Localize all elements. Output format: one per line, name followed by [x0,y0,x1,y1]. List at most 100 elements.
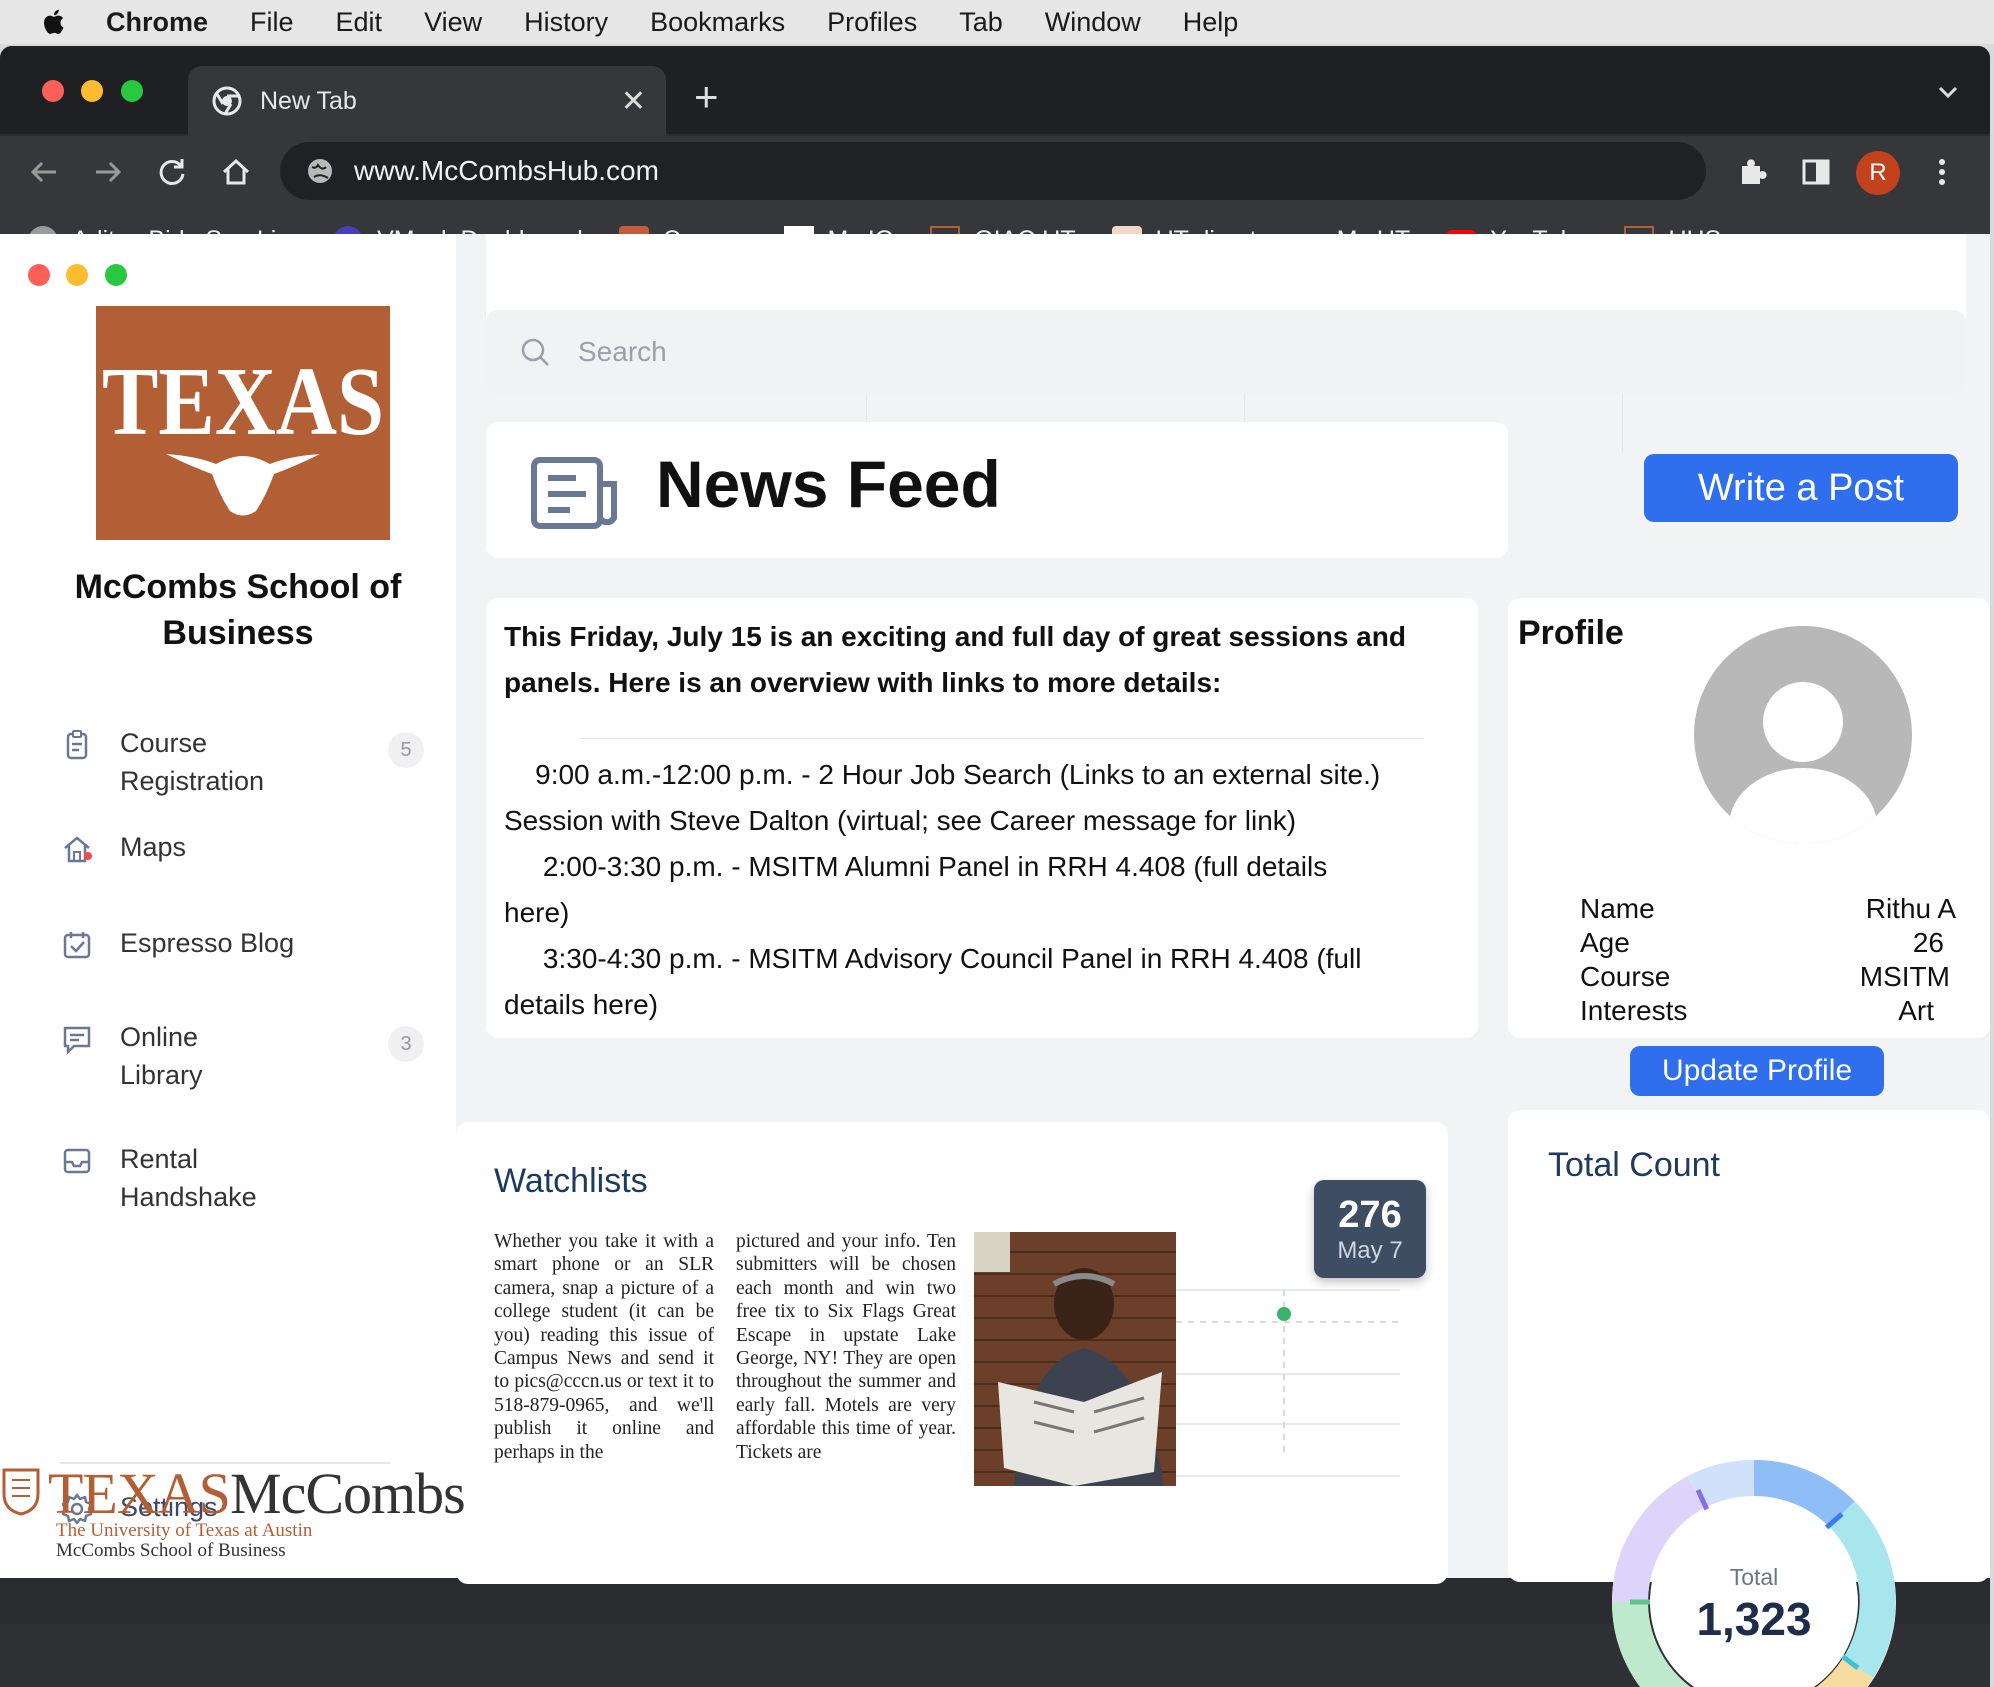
page-title: News Feed [656,447,1001,521]
site-info-icon[interactable] [306,157,334,185]
sidebar-item-label: Espresso Blog [120,928,295,958]
url-text: www.McCombsHub.com [354,155,659,186]
watchlists-title: Watchlists [494,1162,648,1200]
chart-point [1277,1307,1291,1321]
page-content: TEXAS McCombs School of Business Course … [0,234,1990,1687]
profile-value: Art [1898,995,1934,1026]
post-divider [580,738,1424,739]
window-zoom-button[interactable] [121,80,143,102]
profile-value: MSITM [1859,961,1950,992]
donut-value: 1,323 [1696,1593,1812,1645]
back-arrow-icon[interactable] [26,154,62,190]
texas-longhorn-logo: TEXAS [96,306,390,540]
chrome-icon [212,86,242,116]
count-badge: 3 [388,1026,424,1062]
ut-seal-icon [2,1468,40,1516]
forward-arrow-icon[interactable] [90,154,126,190]
longhorn-icon: TEXAS [102,348,384,516]
reload-icon[interactable] [154,154,190,190]
sidebar-item-online-library[interactable]: Online Library 3 [60,1018,440,1094]
menu-edit[interactable]: Edit [336,7,383,38]
footer-brand-line1: The University of Texas at Austin [56,1520,313,1541]
post-line: 3:30-4:30 p.m. - MSITM Advisory Council … [504,943,1362,974]
message-icon [63,1026,91,1056]
apple-icon[interactable] [40,7,70,37]
app-minimize-dot [66,264,88,286]
footer-brand-line2: McCombs School of Business [56,1540,286,1561]
menu-window[interactable]: Window [1045,7,1141,38]
post-line: Session with Steve Dalton (virtual; see … [504,805,1297,836]
search-icon [521,338,549,366]
footer-brand-texas: TEXAS [48,1461,231,1526]
article-column: pictured and your info. Ten submitters w… [736,1231,956,1463]
newspaper-icon [531,457,617,529]
clipboard-icon [66,730,88,760]
texas-wordmark: TEXAS [102,348,384,456]
close-tab-icon[interactable]: ✕ [621,84,646,119]
post-line: 2:00-3:30 p.m. - MSITM Alumni Panel in R… [504,851,1328,882]
inbox-icon [63,1148,91,1174]
sidebar: TEXAS McCombs School of Business Course … [0,234,456,1578]
menu-tab[interactable]: Tab [959,7,1003,38]
address-bar[interactable]: www.McCombsHub.com [280,142,1706,200]
post-line: 9:00 a.m.-12:00 p.m. - 2 Hour Job Search… [504,759,1381,790]
menu-profiles[interactable]: Profiles [827,7,917,38]
sidebar-item-maps[interactable]: Maps [60,828,440,866]
menu-history[interactable]: History [524,7,608,38]
profile-key: Name [1580,893,1655,924]
profile-key: Interests [1580,995,1688,1026]
menu-help[interactable]: Help [1183,7,1239,38]
sidebar-item-label: Maps [120,832,187,862]
sidebar-item-espresso-blog[interactable]: Espresso Blog [60,924,440,962]
mac-menu-bar: Chrome File Edit View History Bookmarks … [0,0,1994,44]
search-placeholder: Search [578,336,667,367]
tab-title: New Tab [260,86,357,115]
app-close-dot [28,264,50,286]
search-input[interactable]: Search [486,310,1966,394]
sidebar-item-label: Online Library [120,1022,203,1090]
donut-label: Total [1729,1564,1779,1590]
profile-key: Course [1580,961,1671,992]
tab-new-tab[interactable]: New Tab ✕ [188,66,666,136]
tooltip-date: May 7 [1337,1237,1403,1264]
browser-toolbar: www.McCombsHub.com R [0,136,1990,210]
chevron-down-icon[interactable] [1936,80,1960,104]
total-count-title: Total Count [1548,1146,1720,1184]
window-close-button[interactable] [42,80,64,102]
home-button-icon[interactable] [218,154,254,190]
app-zoom-dot [105,264,127,286]
home-icon [64,836,92,863]
side-panel-icon[interactable] [1798,154,1834,190]
post-line: details here) [504,989,659,1020]
tooltip-value: 276 [1338,1194,1402,1236]
profile-value: Rithu A [1865,893,1956,924]
sidebar-item-label: Course Registration [120,728,265,796]
menu-file[interactable]: File [250,7,294,38]
write-post-button[interactable]: Write a Post [1644,454,1958,522]
menu-view[interactable]: View [424,7,482,38]
avatar [1694,626,1912,844]
divider [1622,394,1623,452]
profile-key: Age [1580,927,1630,958]
sidebar-item-course-registration[interactable]: Course Registration 5 [60,724,440,800]
sidebar-item-rental-handshake[interactable]: Rental Handshake [60,1140,440,1216]
footer-brand-mccombs: McCombs [230,1461,466,1526]
kebab-menu-icon[interactable] [1924,154,1960,190]
count-badge: 5 [388,732,424,768]
menu-bookmarks[interactable]: Bookmarks [650,7,785,38]
chart-tooltip: 276 May 7 [1314,1180,1426,1278]
update-profile-button[interactable]: Update Profile [1630,1046,1884,1096]
profile-avatar-button[interactable]: R [1856,151,1900,195]
profile-title: Profile [1518,614,1624,652]
menu-app-chrome[interactable]: Chrome [106,7,208,38]
sidebar-item-label: Rental Handshake [120,1144,257,1212]
new-tab-button[interactable]: + [694,76,719,118]
extensions-puzzle-icon[interactable] [1734,154,1770,190]
post-headline: This Friday, July 15 is an exciting and … [504,621,1406,698]
profile-value: 26 [1912,927,1944,958]
calendar-check-icon [63,932,91,959]
window-minimize-button[interactable] [81,80,103,102]
student-reading-photo [974,1232,1176,1486]
tab-strip: New Tab ✕ + [0,46,1990,136]
post-line: here) [504,897,570,928]
